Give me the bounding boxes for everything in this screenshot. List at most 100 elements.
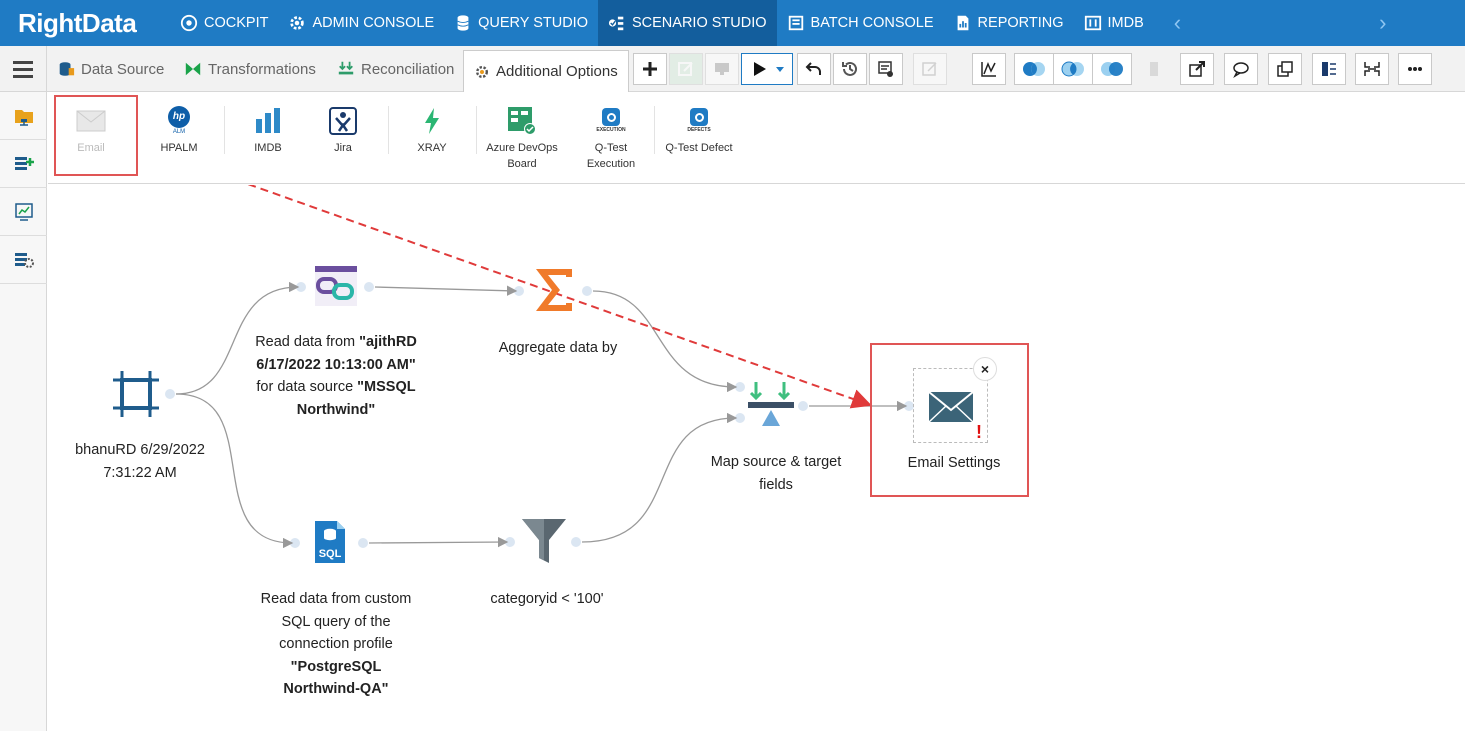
annotate-icon	[922, 62, 937, 76]
option-hpalm[interactable]: hp ALM HPALM	[154, 104, 204, 156]
start-node-line2: 7:31:22 AM	[103, 464, 177, 481]
separator	[654, 106, 655, 154]
inner-join-button[interactable]	[1053, 53, 1093, 85]
more-icon	[1408, 67, 1422, 71]
xray-bolt-icon	[425, 108, 439, 134]
add-scenario-icon	[14, 156, 34, 170]
read2-node-label: Read data from custom SQL query of the c…	[236, 588, 436, 701]
split-view-icon	[1322, 62, 1336, 76]
nav-scenario-studio[interactable]: SCENARIO STUDIO	[597, 0, 777, 46]
history-button[interactable]	[833, 53, 867, 85]
option-azure-devops-board[interactable]: Azure DevOps Board	[482, 104, 562, 172]
tab-reconciliation[interactable]: Reconciliation	[337, 54, 454, 84]
start-node-icon[interactable]	[113, 371, 159, 417]
separator	[476, 106, 477, 154]
start-node-label: bhanuRD 6/29/2022 7:31:22 AM	[62, 439, 218, 484]
chart-button[interactable]	[972, 53, 1006, 85]
caret-down-icon	[776, 67, 784, 72]
report-settings-button[interactable]	[869, 53, 903, 85]
nav-scroll-right-icon[interactable]: ›	[1373, 10, 1392, 36]
read2-profile-b: Northwind-QA"	[283, 681, 389, 697]
cockpit-icon	[180, 14, 198, 32]
left-join-button[interactable]	[1014, 53, 1054, 85]
data-source-icon	[59, 62, 75, 76]
nav-scenario-studio-label: SCENARIO STUDIO	[631, 15, 767, 31]
undo-icon	[805, 62, 821, 75]
qtest-execution-icon: EXECUTION	[594, 104, 628, 138]
collapse-button[interactable]	[1143, 53, 1165, 85]
collapse-icon	[1150, 62, 1158, 76]
comment-button[interactable]	[1224, 53, 1258, 85]
map-fields-icon[interactable]	[746, 380, 796, 428]
aggregate-sigma-icon[interactable]	[532, 267, 576, 313]
add-button[interactable]	[633, 53, 667, 85]
option-imdb[interactable]: IMDB	[243, 104, 293, 156]
hamburger-menu-icon[interactable]	[0, 46, 47, 92]
scenario-canvas[interactable]: bhanuRD 6/29/2022 7:31:22 AM Read data f…	[48, 185, 1465, 731]
nav-scroll-left-icon[interactable]: ‹	[1168, 10, 1187, 36]
tab-data-source-label: Data Source	[81, 60, 165, 78]
qtest-defect-icon: DEFECTS	[682, 104, 716, 138]
map-node-label: Map source & target fields	[696, 451, 856, 496]
run-button[interactable]	[741, 53, 793, 85]
report-icon	[957, 15, 968, 31]
nav-imdb[interactable]: IMDB	[1074, 0, 1154, 46]
map-node-line1: Map source & target	[710, 454, 842, 470]
brand-name: RightData	[18, 7, 137, 38]
reconciliation-icon	[338, 61, 354, 75]
nav-batch-console-label: BATCH CONSOLE	[810, 15, 934, 31]
imdb-icon	[1084, 15, 1101, 31]
copy-button[interactable]	[1268, 53, 1302, 85]
undo-button[interactable]	[797, 53, 831, 85]
azure-board-icon	[508, 107, 536, 135]
copy-icon	[1277, 61, 1293, 77]
brand-logo[interactable]: RightData	[0, 0, 170, 46]
more-button[interactable]	[1398, 53, 1432, 85]
compare-icon	[1364, 62, 1380, 76]
tab-additional-options[interactable]: Additional Options	[463, 50, 629, 92]
option-jira[interactable]: Jira	[318, 104, 368, 156]
monitor-icon	[715, 63, 729, 75]
split-view-button[interactable]	[1312, 53, 1346, 85]
option-qtest-defect-label: Q-Test Defect	[665, 142, 733, 154]
dashboard-icon	[14, 202, 33, 221]
compare-button[interactable]	[1355, 53, 1389, 85]
sidebar-new-scenario[interactable]	[0, 140, 47, 188]
annotate-button[interactable]	[913, 53, 947, 85]
left-join-icon	[1023, 62, 1045, 76]
nav-reporting[interactable]: REPORTING	[944, 0, 1074, 46]
separator	[388, 106, 389, 154]
map-node-line2: fields	[759, 476, 793, 493]
folder-icon	[14, 109, 33, 126]
option-qtest-defect[interactable]: DEFECTS Q-Test Defect	[660, 104, 738, 156]
separator	[224, 106, 225, 154]
read1-source-b: Northwind"	[296, 401, 376, 418]
export-button[interactable]	[1180, 53, 1214, 85]
read1-datetime: 6/17/2022 10:13:00 AM"	[256, 356, 416, 373]
nav-admin-console[interactable]: ADMIN CONSOLE	[278, 0, 444, 46]
filter-funnel-icon[interactable]	[521, 518, 567, 564]
tab-reconciliation-label: Reconciliation	[361, 60, 455, 78]
read2-line1: Read data from custom	[260, 591, 412, 607]
option-qtest-execution[interactable]: EXECUTION Q-Test Execution	[576, 104, 646, 172]
preview-button[interactable]	[705, 53, 739, 85]
option-xray[interactable]: XRAY	[407, 104, 457, 156]
nav-batch-console[interactable]: BATCH CONSOLE	[777, 0, 944, 46]
right-join-button[interactable]	[1092, 53, 1132, 85]
tab-data-source[interactable]: Data Source	[57, 54, 164, 84]
export-icon	[1189, 61, 1205, 77]
imdb-bars-icon	[256, 108, 280, 133]
nav-query-studio[interactable]: QUERY STUDIO	[444, 0, 598, 46]
nav-cockpit[interactable]: COCKPIT	[170, 0, 278, 46]
sidebar-scenario-settings[interactable]	[0, 236, 47, 284]
edit-button[interactable]	[669, 53, 703, 85]
start-node-line1: bhanuRD 6/29/2022	[75, 442, 205, 458]
sidebar-dashboard[interactable]	[0, 188, 47, 236]
join-node-icon[interactable]	[314, 265, 358, 307]
sidebar-open-scenario[interactable]	[0, 92, 47, 140]
nav-reporting-label: REPORTING	[977, 15, 1064, 31]
edit-icon	[678, 62, 693, 76]
tab-transformations[interactable]: Transformations	[184, 54, 316, 84]
comment-icon	[1233, 62, 1249, 78]
sql-icon-text: SQL	[318, 548, 342, 560]
